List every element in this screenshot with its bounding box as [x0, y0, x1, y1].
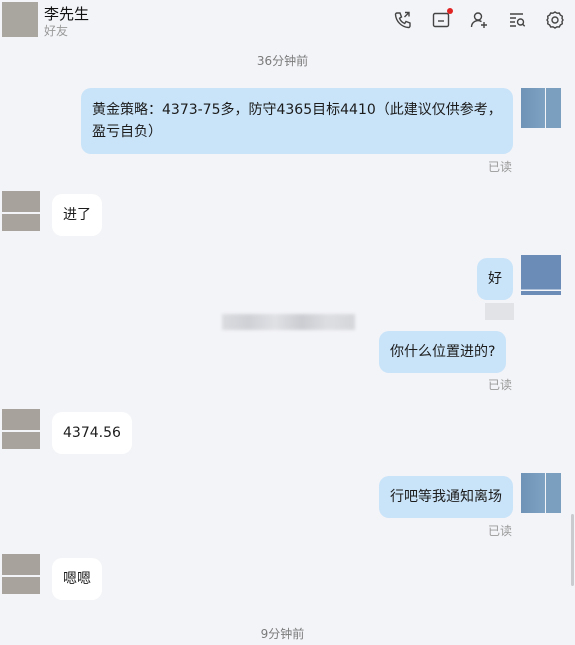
my-avatar[interactable] — [521, 88, 561, 128]
my-avatar[interactable] — [521, 473, 561, 513]
message-bubble-incoming[interactable]: 进了 — [52, 194, 102, 236]
message-line: 盈亏自负） — [92, 124, 162, 140]
message-bubble-outgoing[interactable]: 黄金策略：4373-75多，防守4365目标4410（此建议仅供参考， 盈亏自负… — [81, 88, 513, 154]
settings-icon[interactable] — [544, 9, 566, 31]
image-placeholder — [485, 303, 514, 320]
contact-avatar-small[interactable] — [2, 191, 42, 231]
timestamp-top: 36分钟前 — [256, 54, 309, 68]
read-status: 已读 — [488, 160, 513, 174]
read-status: 已读 — [488, 524, 513, 538]
contact-avatar-small[interactable] — [2, 409, 42, 449]
my-avatar[interactable] — [521, 255, 561, 295]
message-bubble-outgoing[interactable]: 你什么位置进的? — [379, 331, 507, 373]
blurred-notice — [222, 314, 355, 330]
message-bubble-outgoing[interactable]: 行吧等我通知离场 — [379, 476, 513, 518]
add-friend-icon[interactable] — [468, 9, 490, 31]
message-bubble-outgoing[interactable]: 好 — [477, 258, 513, 300]
notification-dot — [447, 8, 453, 14]
timestamp-bottom: 9分钟前 — [260, 627, 305, 641]
contact-name[interactable]: 李先生 — [44, 3, 89, 24]
chat-header: 李先生 好友 — [0, 0, 575, 44]
read-status: 已读 — [488, 378, 513, 392]
contact-avatar[interactable] — [2, 2, 38, 37]
scrollbar[interactable] — [571, 514, 574, 586]
contact-avatar-small[interactable] — [2, 554, 42, 594]
message-bubble-incoming[interactable]: 嗯嗯 — [52, 558, 102, 600]
message-bubble-incoming[interactable]: 4374.56 — [52, 412, 132, 454]
contact-subtitle: 好友 — [44, 24, 69, 38]
search-history-icon[interactable] — [506, 9, 528, 31]
call-icon[interactable] — [392, 9, 414, 31]
message-line: 黄金策略：4373-75多，防守4365目标4410（此建议仅供参考， — [92, 102, 502, 118]
file-icon[interactable] — [430, 8, 453, 31]
